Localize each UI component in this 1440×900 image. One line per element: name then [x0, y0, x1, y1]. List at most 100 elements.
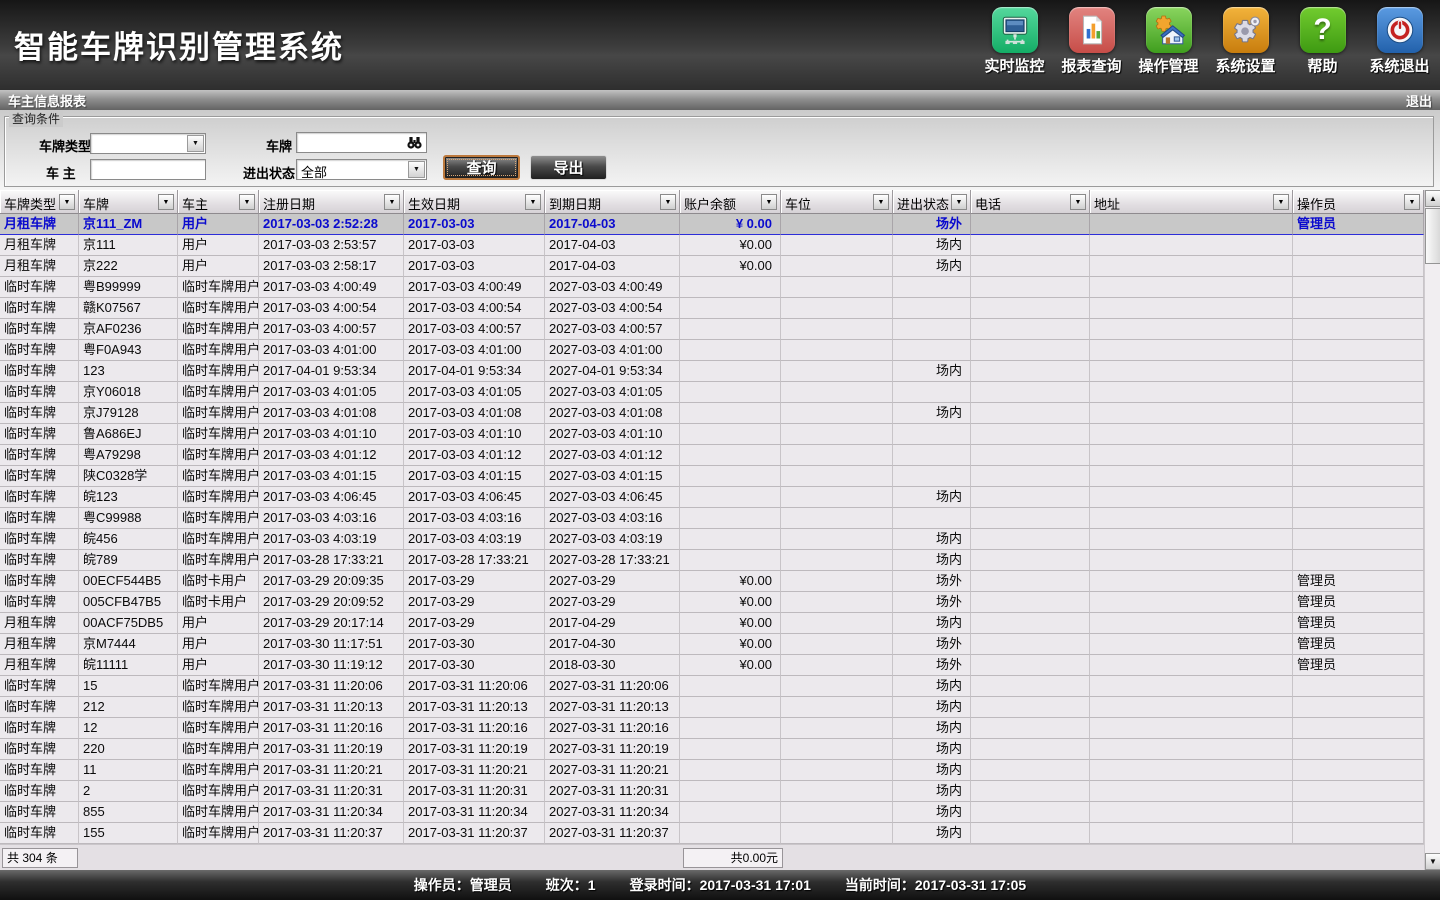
- table-row[interactable]: 临时车牌皖123临时车牌用户2017-03-03 4:06:452017-03-…: [0, 487, 1424, 508]
- table-row[interactable]: 临时车牌京AF0236临时车牌用户2017-03-03 4:00:572017-…: [0, 319, 1424, 340]
- table-row[interactable]: 临时车牌鲁A686EJ临时车牌用户2017-03-03 4:01:102017-…: [0, 424, 1424, 445]
- scrollbar-thumb[interactable]: [1425, 208, 1440, 264]
- filter-icon[interactable]: ▼: [873, 194, 889, 210]
- table-row[interactable]: 临时车牌粤C99988临时车牌用户2017-03-03 4:03:162017-…: [0, 508, 1424, 529]
- table-row[interactable]: 月租车牌00ACF75DB5用户2017-03-29 20:17:142017-…: [0, 613, 1424, 634]
- subheader: 车主信息报表 退出: [0, 90, 1440, 110]
- filter-icon[interactable]: ▼: [1273, 194, 1289, 210]
- table-cell: 皖456: [79, 529, 178, 550]
- exit-link[interactable]: 退出: [1406, 91, 1432, 110]
- table-cell: 2017-04-03: [545, 235, 680, 256]
- grid-footer: 共 304 条 共0.00元: [0, 844, 1424, 870]
- table-cell: 用户: [178, 256, 259, 277]
- table-row[interactable]: 临时车牌123临时车牌用户2017-04-01 9:53:342017-04-0…: [0, 361, 1424, 382]
- table-cell: 2017-04-03: [545, 256, 680, 277]
- table-cell: 皖11111: [79, 655, 178, 676]
- filter-icon[interactable]: ▼: [951, 194, 967, 210]
- column-header[interactable]: 电话▼: [971, 190, 1090, 214]
- table-cell: [680, 508, 781, 529]
- table-row[interactable]: 月租车牌京111_ZM用户2017-03-03 2:52:282017-03-0…: [0, 214, 1424, 235]
- chevron-down-icon[interactable]: ▼: [408, 161, 425, 178]
- plate-input[interactable]: [296, 132, 427, 153]
- table-cell: 临时车牌用户: [178, 529, 259, 550]
- binoculars-search-icon[interactable]: [406, 135, 423, 153]
- table-row[interactable]: 临时车牌220临时车牌用户2017-03-31 11:20:192017-03-…: [0, 739, 1424, 760]
- table-row[interactable]: 临时车牌11临时车牌用户2017-03-31 11:20:212017-03-3…: [0, 760, 1424, 781]
- column-header[interactable]: 账户余额▼: [680, 190, 781, 214]
- table-row[interactable]: 临时车牌005CFB47B5临时卡用户2017-03-29 20:09:5220…: [0, 592, 1424, 613]
- table-cell: 月租车牌: [0, 235, 79, 256]
- filter-icon[interactable]: ▼: [158, 194, 174, 210]
- filter-icon[interactable]: ▼: [1070, 194, 1086, 210]
- table-cell: 场内: [893, 550, 971, 571]
- table-row[interactable]: 临时车牌00ECF544B5临时卡用户2017-03-29 20:09:3520…: [0, 571, 1424, 592]
- toolbar-button-settings[interactable]: 系统设置: [1207, 7, 1284, 76]
- toolbar-button-monitor[interactable]: 实时监控: [976, 7, 1053, 76]
- filter-icon[interactable]: ▼: [525, 194, 541, 210]
- owner-input[interactable]: [90, 159, 206, 180]
- chevron-down-icon[interactable]: ▼: [187, 135, 204, 152]
- column-header[interactable]: 车主▼: [178, 190, 259, 214]
- table-row[interactable]: 临时车牌2临时车牌用户2017-03-31 11:20:312017-03-31…: [0, 781, 1424, 802]
- table-cell: 场内: [893, 403, 971, 424]
- column-header[interactable]: 车位▼: [781, 190, 893, 214]
- table-row[interactable]: 临时车牌皖456临时车牌用户2017-03-03 4:03:192017-03-…: [0, 529, 1424, 550]
- inout-status-select[interactable]: 全部 ▼: [296, 159, 427, 180]
- filter-icon[interactable]: ▼: [384, 194, 400, 210]
- plate-label: 车牌: [266, 136, 292, 155]
- table-row[interactable]: 临时车牌155临时车牌用户2017-03-31 11:20:372017-03-…: [0, 823, 1424, 844]
- toolbar-button-report[interactable]: 报表查询: [1053, 7, 1130, 76]
- column-header[interactable]: 注册日期▼: [259, 190, 404, 214]
- table-row[interactable]: 临时车牌皖789临时车牌用户2017-03-28 17:33:212017-03…: [0, 550, 1424, 571]
- plate-type-select[interactable]: ▼: [90, 133, 206, 154]
- toolbar-button-operation[interactable]: 操作管理: [1130, 7, 1207, 76]
- table-row[interactable]: 临时车牌12临时车牌用户2017-03-31 11:20:162017-03-3…: [0, 718, 1424, 739]
- table-cell: 2017-04-30: [545, 634, 680, 655]
- table-row[interactable]: 临时车牌粤B99999临时车牌用户2017-03-03 4:00:492017-…: [0, 277, 1424, 298]
- filter-icon[interactable]: ▼: [761, 194, 777, 210]
- search-button[interactable]: 查询: [443, 155, 520, 180]
- column-header[interactable]: 到期日期▼: [545, 190, 680, 214]
- status-login-time: 登录时间：2017-03-31 17:01: [630, 875, 811, 895]
- scroll-down-icon[interactable]: ▼: [1425, 853, 1440, 870]
- vertical-scrollbar[interactable]: ▲ ▼: [1424, 190, 1440, 870]
- table-row[interactable]: 临时车牌212临时车牌用户2017-03-31 11:20:132017-03-…: [0, 697, 1424, 718]
- table-cell: [893, 508, 971, 529]
- filter-icon[interactable]: ▼: [59, 194, 75, 210]
- export-button[interactable]: 导出: [530, 155, 607, 180]
- table-row[interactable]: 临时车牌赣K07567临时车牌用户2017-03-03 4:00:542017-…: [0, 298, 1424, 319]
- table-row[interactable]: 临时车牌855临时车牌用户2017-03-31 11:20:342017-03-…: [0, 802, 1424, 823]
- column-header[interactable]: 生效日期▼: [404, 190, 545, 214]
- column-header[interactable]: 操作员▼: [1293, 190, 1424, 214]
- table-cell: [971, 529, 1090, 550]
- column-header[interactable]: 车牌▼: [79, 190, 178, 214]
- table-row[interactable]: 临时车牌陕C0328学临时车牌用户2017-03-03 4:01:152017-…: [0, 466, 1424, 487]
- filter-icon[interactable]: ▼: [660, 194, 676, 210]
- table-row[interactable]: 临时车牌15临时车牌用户2017-03-31 11:20:062017-03-3…: [0, 676, 1424, 697]
- toolbar-button-exit[interactable]: 系统退出: [1361, 7, 1438, 76]
- table-row[interactable]: 月租车牌皖11111用户2017-03-30 11:19:122017-03-3…: [0, 655, 1424, 676]
- table-cell: 2027-03-31 11:20:31: [545, 781, 680, 802]
- table-row[interactable]: 月租车牌京M7444用户2017-03-30 11:17:512017-03-3…: [0, 634, 1424, 655]
- table-row[interactable]: 月租车牌京111用户2017-03-03 2:53:572017-03-0320…: [0, 235, 1424, 256]
- column-header[interactable]: 进出状态▼: [893, 190, 971, 214]
- table-row[interactable]: 临时车牌粤F0A943临时车牌用户2017-03-03 4:01:002017-…: [0, 340, 1424, 361]
- table-cell: 粤F0A943: [79, 340, 178, 361]
- table-cell: [781, 592, 893, 613]
- table-row[interactable]: 临时车牌京Y06018临时车牌用户2017-03-03 4:01:052017-…: [0, 382, 1424, 403]
- toolbar-button-help[interactable]: ? 帮助: [1284, 7, 1361, 76]
- table-row[interactable]: 临时车牌粤A79298临时车牌用户2017-03-03 4:01:122017-…: [0, 445, 1424, 466]
- table-cell: 用户: [178, 613, 259, 634]
- table-cell: 2017-03-31 11:20:16: [259, 718, 404, 739]
- monitor-icon: [992, 7, 1038, 53]
- filter-icon[interactable]: ▼: [1404, 194, 1420, 210]
- table-cell: 2017-03-31 11:20:19: [259, 739, 404, 760]
- table-row[interactable]: 临时车牌京J79128临时车牌用户2017-03-03 4:01:082017-…: [0, 403, 1424, 424]
- scroll-up-icon[interactable]: ▲: [1425, 190, 1440, 207]
- filter-icon[interactable]: ▼: [239, 194, 255, 210]
- column-header[interactable]: 车牌类型▼: [0, 190, 79, 214]
- column-header[interactable]: 地址▼: [1090, 190, 1293, 214]
- table-row[interactable]: 月租车牌京222用户2017-03-03 2:58:172017-03-0320…: [0, 256, 1424, 277]
- table-cell: 2017-03-29 20:17:14: [259, 613, 404, 634]
- table-cell: 2017-03-03 4:01:12: [404, 445, 545, 466]
